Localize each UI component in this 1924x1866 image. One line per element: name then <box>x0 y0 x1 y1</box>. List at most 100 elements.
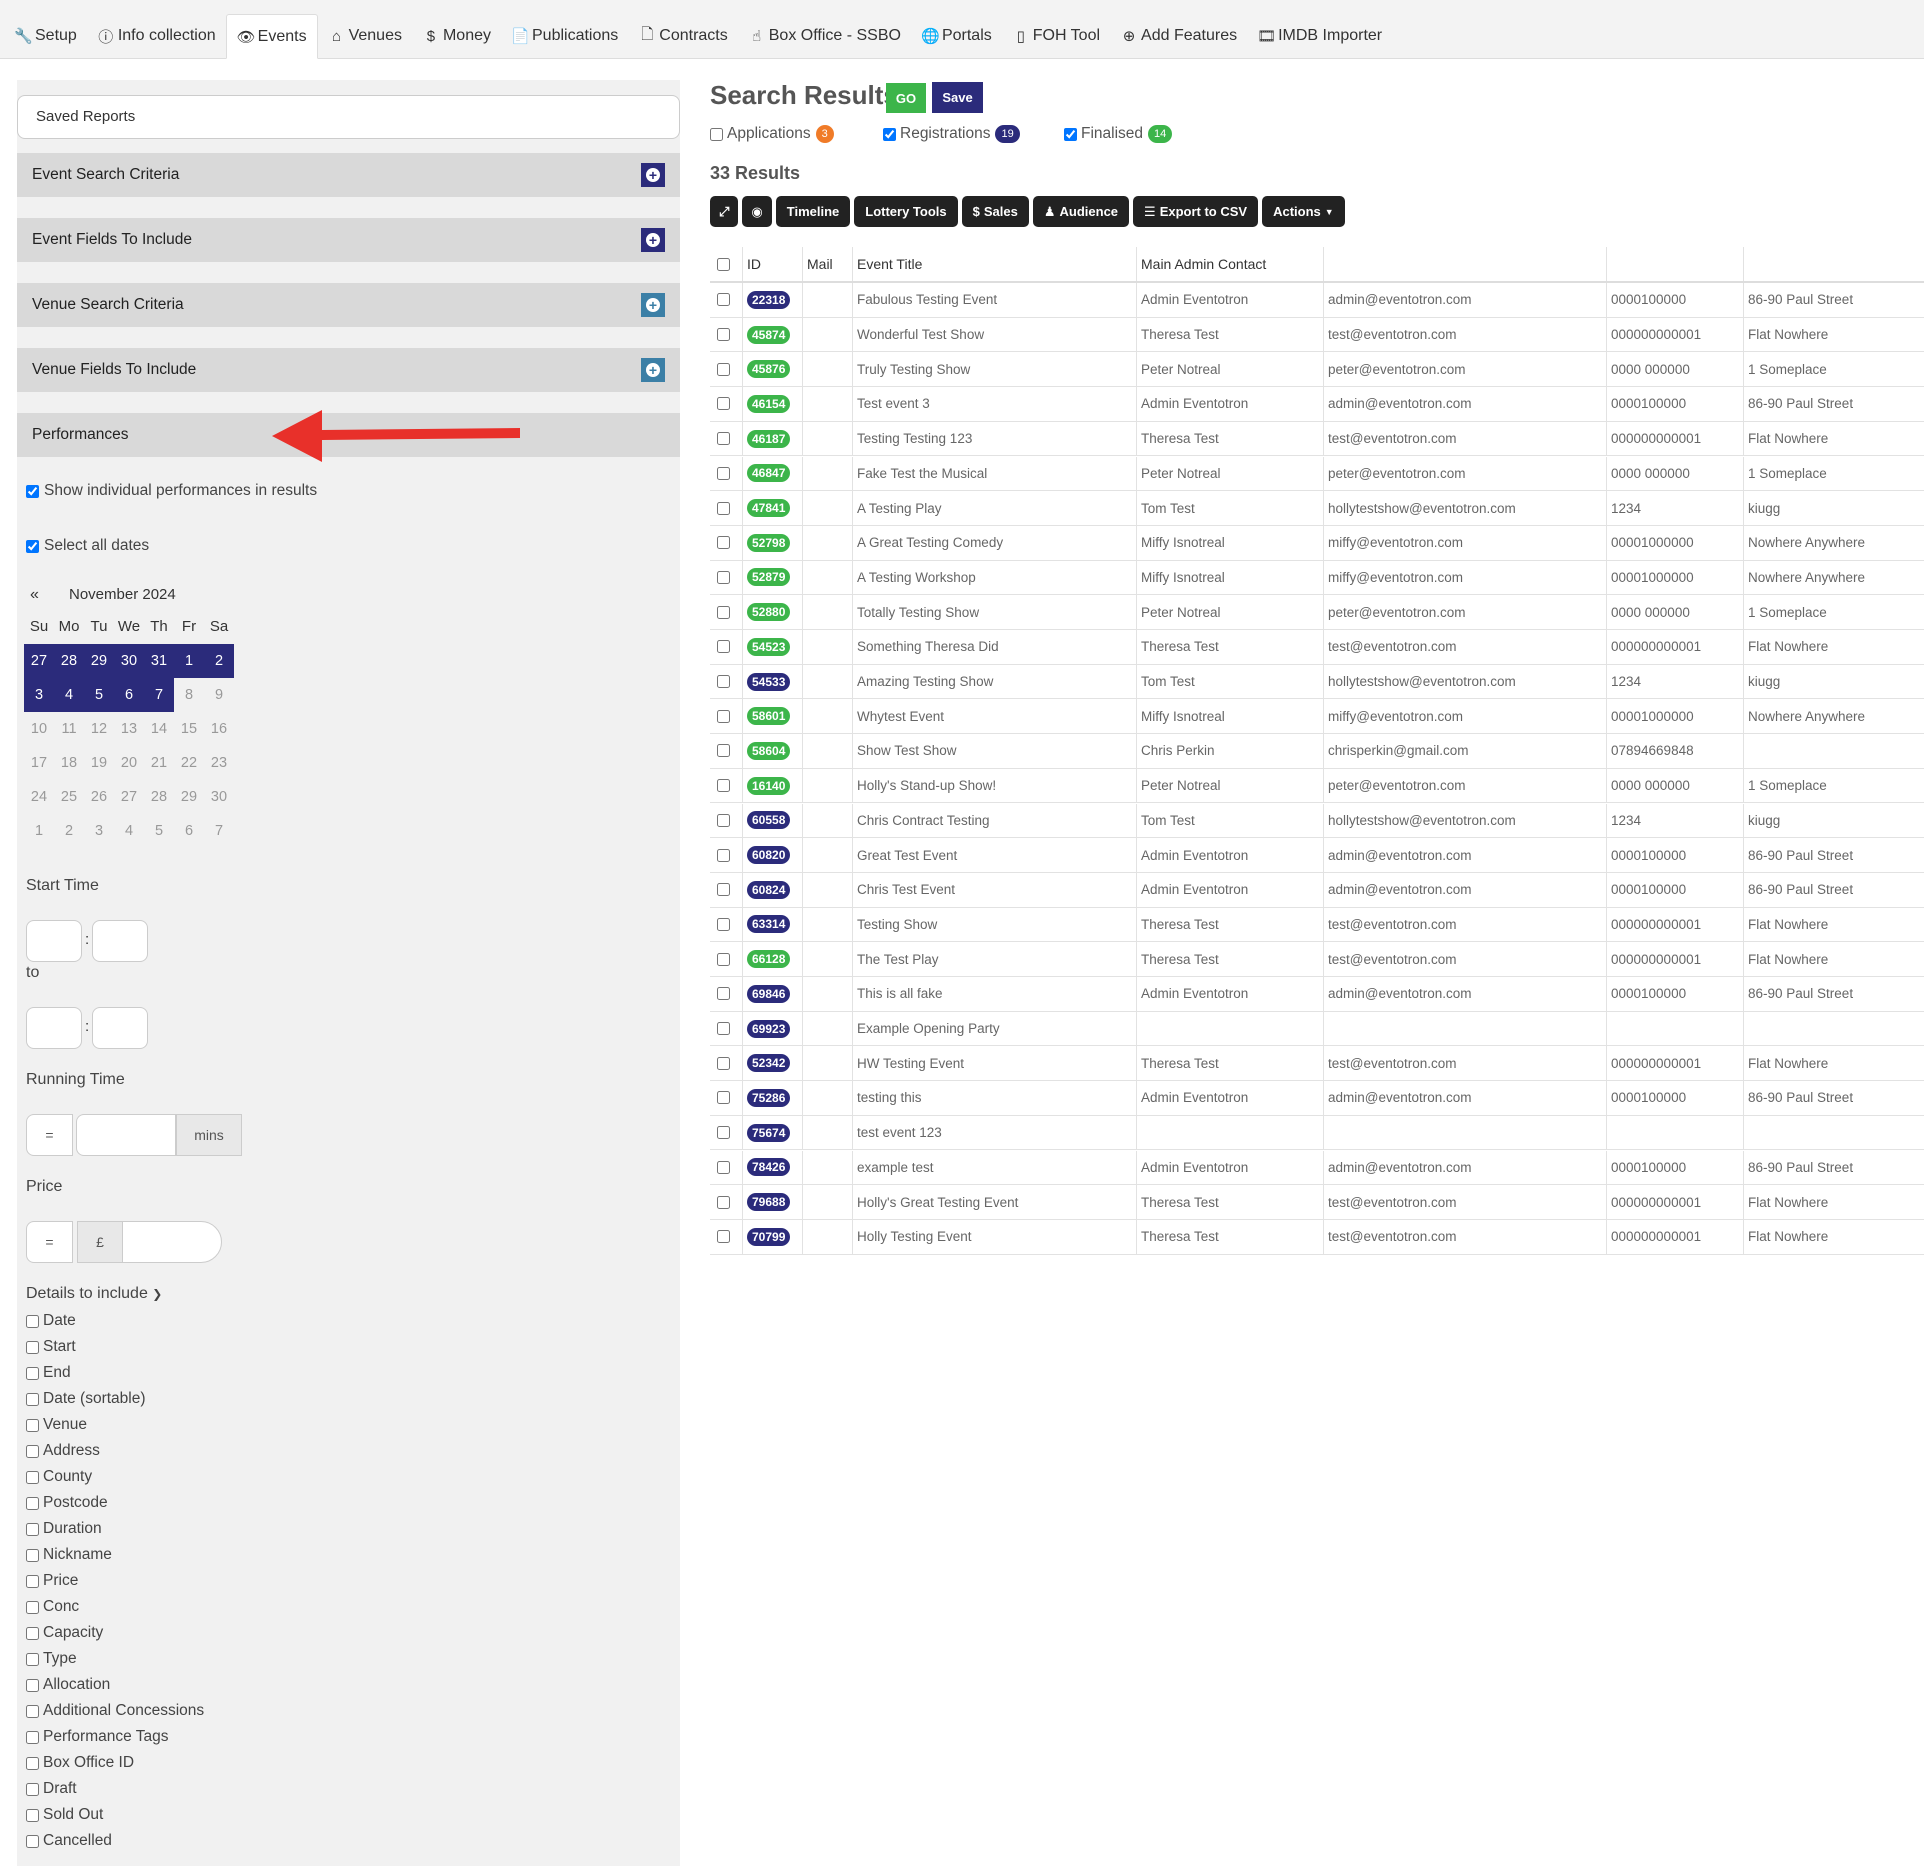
contact-email[interactable]: test@eventotron.com <box>1323 942 1606 976</box>
table-row[interactable]: 52342 HW Testing Event Theresa Test test@ev… <box>710 1046 1924 1082</box>
checkbox[interactable] <box>1064 127 1077 141</box>
calendar-day[interactable]: 4 <box>114 814 144 848</box>
contact-email[interactable]: miffy@eventotron.com <box>1323 561 1606 595</box>
filter-registrations[interactable]: Registrations 19 <box>883 125 1020 143</box>
contact-email[interactable]: admin@eventotron.com <box>1323 1151 1606 1185</box>
audience-button[interactable]: ♟ Audience <box>1032 196 1130 227</box>
row-checkbox[interactable] <box>717 744 730 758</box>
table-row[interactable]: 16140 Holly's Stand-up Show! Peter Notreal… <box>710 768 1924 804</box>
row-checkbox[interactable] <box>717 675 730 689</box>
event-title[interactable]: Holly's Great Testing Event <box>852 1185 1136 1219</box>
detail-checkbox-postcode[interactable]: Postcode <box>26 1494 108 1512</box>
event-title[interactable]: test event 123 <box>852 1116 1136 1150</box>
table-row[interactable]: 60824 Chris Test Event Admin Eventotron adm… <box>710 872 1924 908</box>
table-row[interactable]: 69923 Example Opening Party <box>710 1011 1924 1047</box>
event-id-badge[interactable]: 63314 <box>747 915 791 934</box>
checkbox[interactable] <box>26 1600 39 1614</box>
event-id-badge[interactable]: 60558 <box>747 811 791 830</box>
table-row[interactable]: 66128 The Test Play Theresa Test test@event… <box>710 942 1924 977</box>
start-hour-input[interactable] <box>26 920 82 962</box>
row-checkbox[interactable] <box>717 1230 730 1244</box>
calendar-day[interactable]: 20 <box>114 746 144 780</box>
price-input[interactable] <box>122 1221 222 1263</box>
calendar-day[interactable]: 6 <box>174 814 204 848</box>
previous-month-button[interactable]: « <box>30 586 39 604</box>
table-row[interactable]: 47841 A Testing Play Tom Test hollytestshow… <box>710 491 1924 526</box>
detail-checkbox-draft[interactable]: Draft <box>26 1780 77 1798</box>
export-csv-button[interactable]: ☰ Export to CSV <box>1133 196 1259 227</box>
detail-checkbox-venue[interactable]: Venue <box>26 1416 87 1434</box>
checkbox[interactable] <box>26 1756 39 1770</box>
calendar-day[interactable]: 1 <box>24 814 54 848</box>
event-title[interactable]: Fabulous Testing Event <box>852 283 1136 317</box>
event-title[interactable]: Show Test Show <box>852 734 1136 768</box>
calendar-day[interactable]: 10 <box>24 712 54 746</box>
checkbox[interactable] <box>26 1522 39 1536</box>
tab-box-office[interactable]: ☝ Box Office - SSBO <box>738 14 911 58</box>
contact-email[interactable]: admin@eventotron.com <box>1323 977 1606 1011</box>
contact-email[interactable]: test@eventotron.com <box>1323 318 1606 352</box>
table-row[interactable]: 52798 A Great Testing Comedy Miffy Isnotre… <box>710 525 1924 561</box>
table-row[interactable]: 46154 Test event 3 Admin Eventotron admin@e… <box>710 387 1924 422</box>
start-minute-input[interactable] <box>92 920 148 962</box>
event-id-badge[interactable]: 52798 <box>747 533 791 552</box>
table-row[interactable]: 60820 Great Test Event Admin Eventotron adm… <box>710 838 1924 873</box>
contact-email[interactable]: hollytestshow@eventotron.com <box>1323 491 1606 525</box>
column-header-event-title[interactable]: Event Title <box>852 247 1132 281</box>
calendar-day[interactable]: 27 <box>114 780 144 814</box>
contact-email[interactable]: test@eventotron.com <box>1323 908 1606 942</box>
tab-info-collection[interactable]: ⓘ Info collection <box>87 14 226 58</box>
checkbox[interactable] <box>26 1444 39 1458</box>
contact-email[interactable]: test@eventotron.com <box>1323 1046 1606 1080</box>
calendar-day[interactable]: 3 <box>84 814 114 848</box>
calendar-day[interactable]: 28 <box>144 780 174 814</box>
row-checkbox[interactable] <box>717 1056 730 1070</box>
contact-email[interactable]: chrisperkin@gmail.com <box>1323 734 1606 768</box>
event-id-badge[interactable]: 69923 <box>747 1019 791 1038</box>
running-time-operator[interactable]: = <box>26 1114 73 1156</box>
detail-checkbox-allocation[interactable]: Allocation <box>26 1676 110 1694</box>
event-title[interactable]: HW Testing Event <box>852 1046 1136 1080</box>
detail-checkbox-end[interactable]: End <box>26 1364 71 1382</box>
calendar-day[interactable]: 4 <box>54 678 84 712</box>
calendar-day[interactable]: 7 <box>144 678 174 712</box>
calendar-day[interactable]: 28 <box>54 644 84 678</box>
row-checkbox[interactable] <box>717 813 730 827</box>
event-title[interactable]: Fake Test the Musical <box>852 457 1136 491</box>
table-row[interactable]: 52879 A Testing Workshop Miffy Isnotreal mi… <box>710 560 1924 596</box>
row-checkbox[interactable] <box>717 293 730 307</box>
event-title[interactable]: Whytest Event <box>852 699 1136 733</box>
event-title[interactable]: Testing Show <box>852 908 1136 942</box>
expand-icon[interactable]: + <box>641 293 665 317</box>
calendar-month[interactable]: November 2024 <box>69 586 176 603</box>
tab-contracts[interactable]: 🗋 Contracts <box>628 14 737 58</box>
contact-email[interactable]: admin@eventotron.com <box>1323 283 1606 317</box>
table-row[interactable]: 78426 example test Admin Eventotron admin@e… <box>710 1150 1924 1186</box>
tab-venues[interactable]: ⌂ Venues <box>318 14 412 58</box>
detail-checkbox-cancelled[interactable]: Cancelled <box>26 1832 112 1850</box>
checkbox[interactable] <box>26 539 39 553</box>
calendar-day[interactable]: 18 <box>54 746 84 780</box>
event-title[interactable]: Holly Testing Event <box>852 1220 1136 1254</box>
panel-venue-fields[interactable]: Venue Fields To Include + <box>17 348 680 392</box>
calendar-day[interactable]: 27 <box>24 644 54 678</box>
lottery-tools-button[interactable]: Lottery Tools <box>854 196 958 227</box>
row-checkbox[interactable] <box>717 536 730 550</box>
row-checkbox[interactable] <box>717 466 730 480</box>
event-id-badge[interactable]: 45874 <box>747 325 791 344</box>
calendar-day[interactable]: 12 <box>84 712 114 746</box>
detail-checkbox-county[interactable]: County <box>26 1468 92 1486</box>
detail-checkbox-type[interactable]: Type <box>26 1650 77 1668</box>
row-checkbox[interactable] <box>717 1022 730 1036</box>
checkbox[interactable] <box>26 1574 39 1588</box>
calendar-day[interactable]: 1 <box>174 644 204 678</box>
calendar-day[interactable]: 14 <box>144 712 174 746</box>
event-title[interactable]: testing this <box>852 1081 1136 1115</box>
checkbox[interactable] <box>26 1704 39 1718</box>
row-checkbox[interactable] <box>717 501 730 515</box>
detail-checkbox-capacity[interactable]: Capacity <box>26 1624 103 1642</box>
checkbox[interactable] <box>26 1340 39 1354</box>
panel-event-search-criteria[interactable]: Event Search Criteria + <box>17 153 680 197</box>
row-checkbox[interactable] <box>717 952 730 966</box>
checkbox[interactable] <box>26 1470 39 1484</box>
